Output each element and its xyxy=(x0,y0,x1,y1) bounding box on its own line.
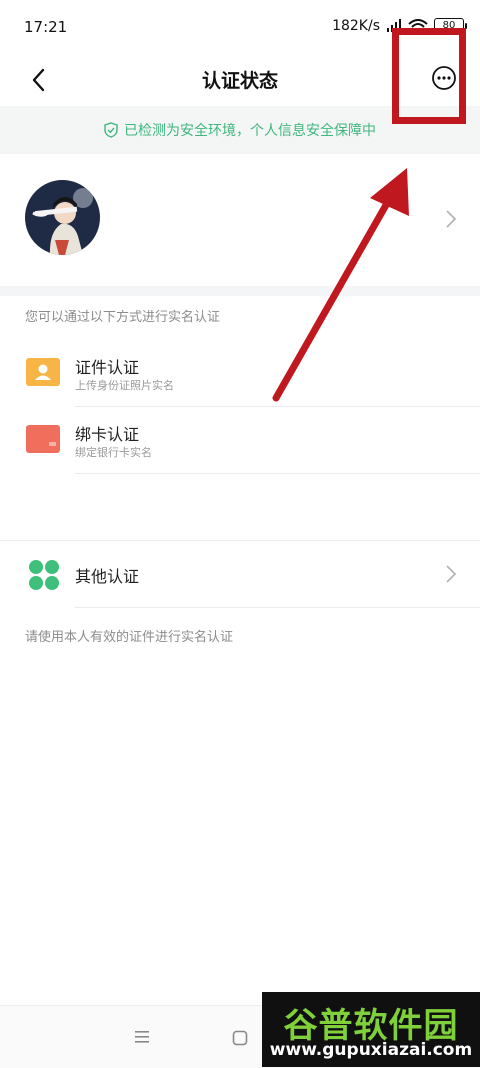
other-verification-row[interactable]: 其他认证 xyxy=(0,541,480,607)
divider xyxy=(75,473,480,474)
watermark: 谷普软件园 www.gupuxiazai.com xyxy=(262,992,480,1067)
avatar xyxy=(25,180,100,255)
annotation-highlight-box xyxy=(392,28,466,124)
method-subtitle: 上传身份证照片实名 xyxy=(75,379,174,392)
divider xyxy=(75,607,480,608)
chevron-right-icon xyxy=(446,210,457,228)
id-card-icon xyxy=(26,358,60,386)
shield-check-icon xyxy=(104,122,118,138)
method-title: 绑卡认证 xyxy=(75,425,140,444)
bank-card-icon xyxy=(26,425,60,453)
home-icon[interactable] xyxy=(232,1030,248,1046)
status-time: 17:21 xyxy=(24,18,68,36)
method-subtitle: 绑定银行卡实名 xyxy=(75,446,152,459)
section-hint: 您可以通过以下方式进行实名认证 xyxy=(25,310,221,325)
network-speed: 182K/s xyxy=(332,18,380,34)
other-title: 其他认证 xyxy=(75,567,140,586)
bottom-hint: 请使用本人有效的证件进行实名认证 xyxy=(25,630,234,645)
menu-icon[interactable] xyxy=(134,1030,150,1044)
section-separator xyxy=(0,286,480,296)
bank-card-verification-row[interactable]: 绑卡认证 绑定银行卡实名 xyxy=(0,407,480,473)
banner-text: 已检测为安全环境，个人信息安全保障中 xyxy=(124,123,376,139)
id-card-verification-row[interactable]: 证件认证 上传身份证照片实名 xyxy=(0,340,480,406)
profile-row[interactable] xyxy=(0,154,480,286)
chevron-right-icon xyxy=(446,565,457,583)
watermark-url: www.gupuxiazai.com xyxy=(269,1040,473,1060)
grid-dots-icon xyxy=(29,560,59,590)
method-title: 证件认证 xyxy=(75,358,140,377)
